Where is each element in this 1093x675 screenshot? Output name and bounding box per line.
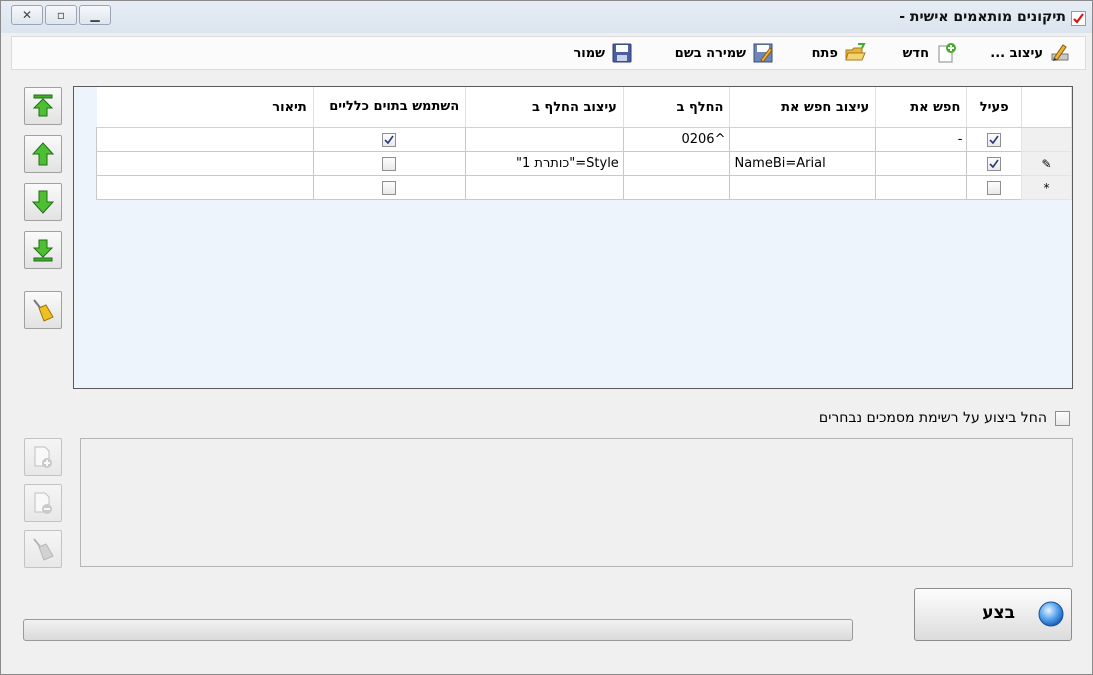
arrow-up-icon: [31, 142, 55, 166]
execute-label: בצע: [982, 603, 1015, 623]
wildcards-checkbox[interactable]: [382, 180, 397, 195]
new-button[interactable]: חדש: [903, 40, 957, 66]
open-label: פתח: [811, 45, 838, 61]
row-indicator[interactable]: [1021, 127, 1072, 152]
active-checkbox[interactable]: [987, 156, 1002, 171]
checkmark-icon: [989, 159, 999, 168]
remove-document-icon: [34, 492, 52, 514]
table-row[interactable]: ✎ NameBi=Arial Style="כותרת 1": [96, 151, 1072, 176]
active-cell[interactable]: [966, 151, 1023, 176]
move-top-icon: [32, 94, 54, 117]
apply-to-selected-docs-checkbox[interactable]: [1055, 410, 1070, 426]
corrections-table: פעיל חפש את עיצוב חפש את החלף ב עיצוב הח…: [96, 87, 1072, 200]
broom-icon: [33, 538, 54, 561]
move-to-bottom-button[interactable]: [24, 231, 62, 269]
minimize-button[interactable]: ▁: [79, 5, 111, 25]
arrow-down-icon: [31, 190, 55, 214]
open-button[interactable]: פתח: [812, 40, 866, 66]
add-document-button[interactable]: [24, 438, 62, 476]
replace-cell[interactable]: [622, 151, 731, 176]
replace-cell[interactable]: ^0206: [622, 127, 731, 152]
add-document-icon: [34, 446, 52, 468]
wildcards-checkbox[interactable]: [382, 132, 397, 147]
selected-documents-list[interactable]: [80, 438, 1073, 567]
title-bar: ✕ ▫ ▁ תיקונים מותאמים אישית -: [1, 1, 1092, 33]
blue-orb-icon: [1038, 601, 1064, 627]
table-row[interactable]: - ^0206: [96, 127, 1072, 152]
execute-button[interactable]: בצע: [914, 588, 1072, 641]
table-row[interactable]: *: [96, 175, 1072, 200]
move-to-top-button[interactable]: [24, 87, 62, 125]
column-header-wildcards[interactable]: השתמש בתוים כלליים: [313, 87, 467, 128]
column-header-replace-format[interactable]: עיצוב החלף ב: [465, 87, 624, 128]
window-controls: ✕ ▫ ▁: [11, 5, 111, 25]
close-icon: ✕: [21, 8, 33, 22]
floppy-disk-icon: [611, 42, 633, 64]
find-cell[interactable]: -: [875, 127, 968, 152]
description-cell[interactable]: [96, 127, 314, 152]
save-as-button[interactable]: שמירה בשם: [675, 40, 774, 66]
open-folder-icon: [844, 42, 866, 64]
active-checkbox[interactable]: [987, 132, 1002, 147]
find-format-cell[interactable]: [729, 175, 877, 200]
wildcards-cell[interactable]: [312, 127, 467, 152]
wildcards-checkbox[interactable]: [382, 156, 397, 171]
design-button[interactable]: עיצוב ...: [990, 40, 1071, 66]
replace-format-cell[interactable]: Style="כותרת 1": [465, 151, 624, 176]
active-checkbox[interactable]: [987, 180, 1002, 195]
design-label: עיצוב ...: [990, 45, 1043, 61]
replace-format-cell[interactable]: [465, 127, 624, 152]
pencil-ruler-icon: [1049, 42, 1071, 64]
restore-button[interactable]: ▫: [45, 5, 77, 25]
row-header-corner: [1021, 87, 1072, 128]
active-cell[interactable]: [966, 175, 1023, 200]
row-indicator[interactable]: ✎: [1021, 151, 1072, 176]
find-cell[interactable]: [875, 175, 968, 200]
replace-format-cell[interactable]: [465, 175, 624, 200]
toolbar: עיצוב ... חדש פתח שמירה בשם שמור: [11, 36, 1086, 70]
checkmark-icon: [989, 135, 999, 144]
save-as-label: שמירה בשם: [674, 45, 746, 61]
wildcards-cell[interactable]: [312, 175, 467, 200]
column-header-replace[interactable]: החלף ב: [623, 87, 731, 128]
column-header-active[interactable]: פעיל: [966, 87, 1023, 128]
progress-bar: [23, 619, 853, 641]
broom-icon: [33, 299, 54, 322]
find-cell[interactable]: [875, 151, 968, 176]
move-bottom-icon: [32, 239, 54, 262]
wildcards-cell[interactable]: [312, 151, 467, 176]
find-format-cell[interactable]: [729, 127, 877, 152]
move-down-button[interactable]: [24, 183, 62, 221]
move-up-button[interactable]: [24, 135, 62, 173]
row-indicator[interactable]: *: [1021, 175, 1072, 200]
column-header-find-format[interactable]: עיצוב חפש את: [729, 87, 877, 128]
corrections-grid[interactable]: פעיל חפש את עיצוב חפש את החלף ב עיצוב הח…: [73, 86, 1073, 389]
clear-grid-button[interactable]: [24, 291, 62, 329]
column-header-find[interactable]: חפש את: [875, 87, 968, 128]
description-cell[interactable]: [96, 151, 314, 176]
app-checkmark-icon: [1071, 11, 1086, 26]
minimize-icon: ▁: [90, 8, 100, 22]
description-cell[interactable]: [96, 175, 314, 200]
active-cell[interactable]: [966, 127, 1023, 152]
column-header-description[interactable]: תיאור: [96, 87, 314, 128]
apply-to-selected-docs-option[interactable]: החל ביצוע על רשימת מסמכים נבחרים: [819, 410, 1070, 426]
save-button[interactable]: שמור: [573, 40, 633, 66]
close-button[interactable]: ✕: [11, 5, 43, 25]
apply-to-selected-docs-label: החל ביצוע על רשימת מסמכים נבחרים: [818, 410, 1047, 426]
new-label: חדש: [902, 45, 929, 61]
save-label: שמור: [573, 45, 605, 61]
find-format-cell[interactable]: NameBi=Arial: [729, 151, 877, 176]
restore-icon: ▫: [56, 8, 66, 22]
window-title: תיקונים מותאמים אישית -: [899, 9, 1066, 25]
main-window: ✕ ▫ ▁ תיקונים מותאמים אישית - עיצוב ... …: [0, 0, 1093, 675]
new-document-icon: [935, 42, 957, 64]
replace-cell[interactable]: [622, 175, 731, 200]
remove-document-button[interactable]: [24, 484, 62, 522]
checkmark-icon: [384, 135, 395, 144]
table-header-row: פעיל חפש את עיצוב חפש את החלף ב עיצוב הח…: [96, 87, 1072, 128]
clear-documents-button[interactable]: [24, 530, 62, 568]
save-as-icon: [752, 42, 774, 64]
